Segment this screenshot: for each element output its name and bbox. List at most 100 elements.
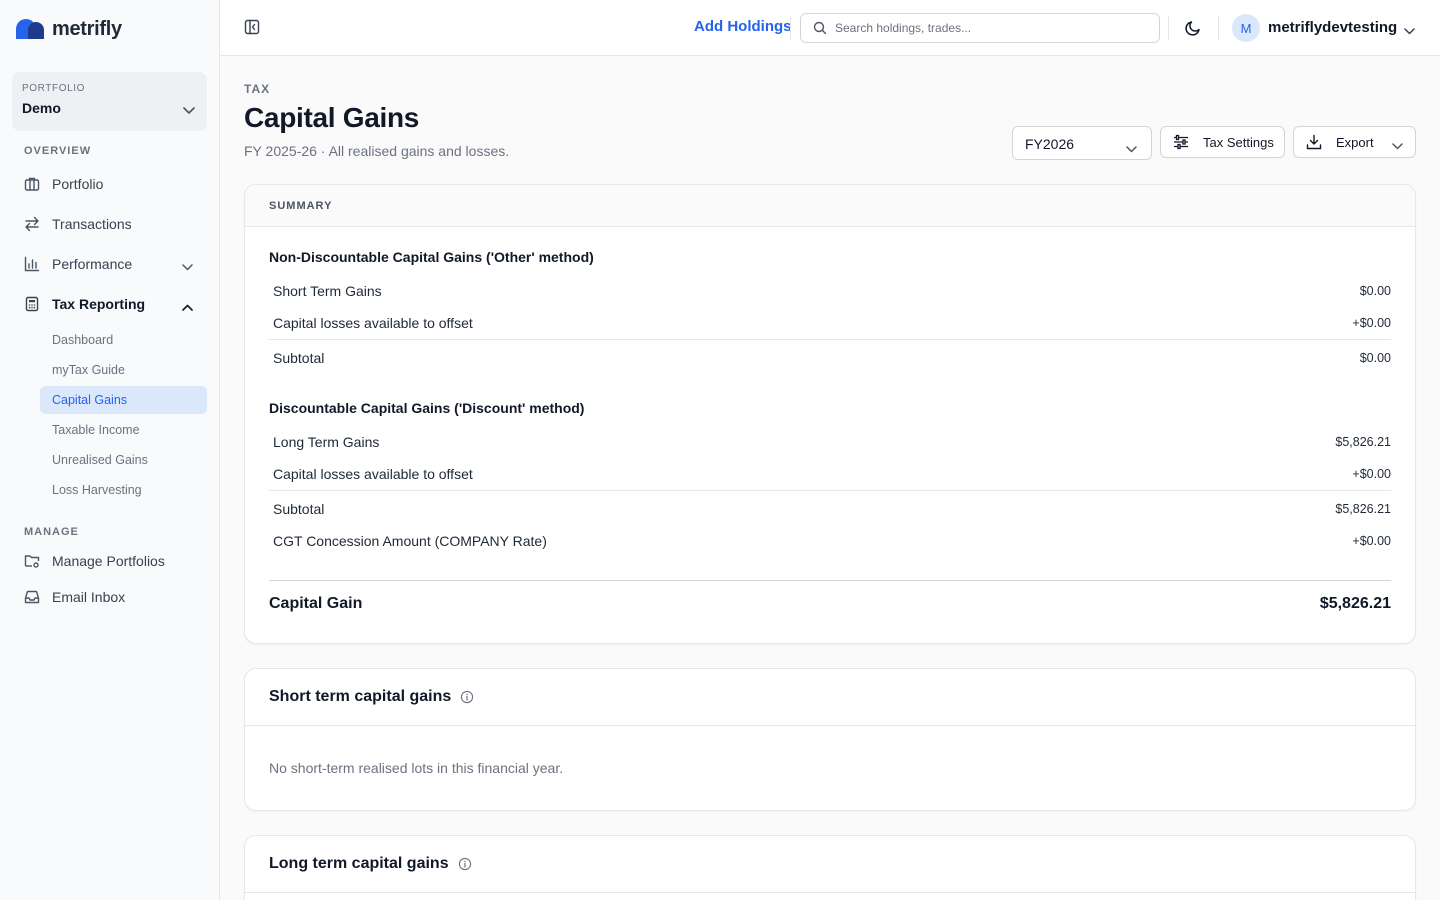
inbox-icon xyxy=(24,589,40,605)
row-value: $5,826.21 xyxy=(1335,502,1391,516)
row-label: CGT Concession Amount (COMPANY Rate) xyxy=(273,533,547,549)
page-title: Capital Gains xyxy=(244,102,420,133)
calculator-icon xyxy=(24,296,40,312)
sidebar: metrifly PORTFOLIO Demo OVERVIEW Portfol… xyxy=(0,0,220,900)
long-term-card: Long term capital gains xyxy=(244,835,1416,900)
row-value: +$0.00 xyxy=(1352,316,1391,330)
summary-row: Capital losses available to offset +$0.0… xyxy=(269,307,1391,339)
sidebar-item-label: Transactions xyxy=(52,216,132,232)
row-value: $0.00 xyxy=(1359,351,1391,365)
row-label: Capital losses available to offset xyxy=(273,315,473,331)
row-label: Capital losses available to offset xyxy=(273,466,473,482)
sidebar-item-manage-portfolios[interactable]: Manage Portfolios xyxy=(12,543,207,579)
chevron-up-icon xyxy=(182,298,193,314)
briefcase-icon xyxy=(24,176,40,192)
arrows-swap-icon xyxy=(24,216,40,232)
chevron-down-icon xyxy=(182,258,193,274)
bar-chart-icon xyxy=(24,256,40,272)
search-input[interactable] xyxy=(835,19,1145,37)
search-box[interactable] xyxy=(800,13,1160,43)
chevron-down-icon xyxy=(1392,138,1403,153)
export-label: Export xyxy=(1336,134,1374,150)
discount-title: Discountable Capital Gains ('Discount' m… xyxy=(269,400,585,416)
non-discount-title: Non-Discountable Capital Gains ('Other' … xyxy=(269,249,594,265)
sidebar-item-label: Email Inbox xyxy=(52,589,126,605)
portfolio-selector[interactable]: PORTFOLIO Demo xyxy=(12,72,207,131)
long-term-header: Long term capital gains xyxy=(245,836,1415,893)
sidebar-item-label: Manage Portfolios xyxy=(52,553,165,569)
short-term-empty-message: No short-term realised lots in this fina… xyxy=(269,760,564,776)
portfolio-name: Demo xyxy=(22,100,61,116)
sidebar-item-label: Tax Reporting xyxy=(52,296,146,312)
page-eyebrow: TAX xyxy=(244,82,271,96)
add-holdings-link[interactable]: Add Holdings xyxy=(694,18,792,35)
divider xyxy=(1218,16,1219,40)
short-term-header: Short term capital gains xyxy=(245,669,1415,726)
export-button[interactable]: Export xyxy=(1293,126,1416,158)
chevron-down-icon[interactable] xyxy=(1404,22,1415,40)
sidebar-item-tax-reporting[interactable]: Tax Reporting xyxy=(12,286,207,322)
sidebar-subitem-mytax-guide[interactable]: myTax Guide xyxy=(40,356,207,384)
divider xyxy=(790,16,791,40)
overview-section-label: OVERVIEW xyxy=(24,145,92,157)
sidebar-toggle-icon[interactable] xyxy=(244,19,262,37)
tax-settings-label: Tax Settings xyxy=(1203,134,1274,150)
row-value: +$0.00 xyxy=(1352,534,1391,548)
moon-icon[interactable] xyxy=(1184,19,1202,42)
summary-card: SUMMARY Non-Discountable Capital Gains (… xyxy=(244,184,1416,644)
long-term-title: Long term capital gains xyxy=(269,855,449,872)
sidebar-item-label: Performance xyxy=(52,256,133,272)
sidebar-subitem-dashboard[interactable]: Dashboard xyxy=(40,326,207,354)
sidebar-subitem-loss-harvesting[interactable]: Loss Harvesting xyxy=(40,476,207,504)
row-label: Short Term Gains xyxy=(273,283,382,299)
sidebar-item-email-inbox[interactable]: Email Inbox xyxy=(12,579,207,615)
summary-subtotal-row: Subtotal $0.00 xyxy=(269,339,1391,375)
summary-row: CGT Concession Amount (COMPANY Rate) +$0… xyxy=(269,525,1391,557)
portfolio-label: PORTFOLIO xyxy=(22,83,86,94)
manage-section-label: MANAGE xyxy=(24,526,79,538)
folder-settings-icon xyxy=(24,553,40,569)
sidebar-item-portfolio[interactable]: Portfolio xyxy=(12,166,207,202)
page-subtitle: FY 2025-26 · All realised gains and loss… xyxy=(244,143,510,159)
info-icon[interactable] xyxy=(458,857,472,871)
total-divider xyxy=(269,580,1391,581)
app-logo[interactable]: metrifly xyxy=(16,16,122,42)
divider xyxy=(1168,16,1169,40)
row-label: Subtotal xyxy=(273,350,325,366)
row-label: Subtotal xyxy=(273,501,325,517)
top-bar: Add Holdings M metriflydevtesting xyxy=(220,0,1440,56)
download-icon xyxy=(1306,134,1322,150)
capital-gain-total-label: Capital Gain xyxy=(269,595,363,612)
summary-header: SUMMARY xyxy=(245,185,1415,227)
sidebar-subitem-taxable-income[interactable]: Taxable Income xyxy=(40,416,207,444)
chevron-down-icon xyxy=(183,102,195,120)
username[interactable]: metriflydevtesting xyxy=(1268,19,1397,36)
summary-row: Capital losses available to offset +$0.0… xyxy=(269,458,1391,490)
row-value: $0.00 xyxy=(1359,284,1391,298)
app-name: metrifly xyxy=(52,17,122,40)
sidebar-item-transactions[interactable]: Transactions xyxy=(12,206,207,242)
fy-select[interactable]: FY2026 xyxy=(1012,126,1152,160)
sidebar-item-label: Portfolio xyxy=(52,176,104,192)
summary-subtotal-row: Subtotal $5,826.21 xyxy=(269,490,1391,526)
sidebar-subitem-unrealised-gains[interactable]: Unrealised Gains xyxy=(40,446,207,474)
summary-row: Long Term Gains $5,826.21 xyxy=(269,426,1391,458)
row-value: $5,826.21 xyxy=(1335,435,1391,449)
chevron-down-icon xyxy=(1126,140,1137,156)
avatar[interactable]: M xyxy=(1232,14,1260,42)
row-label: Long Term Gains xyxy=(273,434,380,450)
sidebar-item-performance[interactable]: Performance xyxy=(12,246,207,282)
search-icon xyxy=(813,21,827,40)
fy-select-value: FY2026 xyxy=(1025,136,1075,152)
capital-gain-total-value: $5,826.21 xyxy=(1319,595,1391,612)
summary-row: Short Term Gains $0.00 xyxy=(269,275,1391,307)
short-term-card: Short term capital gains No short-term r… xyxy=(244,668,1416,811)
sliders-icon xyxy=(1173,134,1189,150)
row-value: +$0.00 xyxy=(1352,467,1391,481)
short-term-title: Short term capital gains xyxy=(269,688,452,705)
main-content: TAX Capital Gains FY 2025-26 · All reali… xyxy=(220,56,1440,900)
sidebar-subitem-capital-gains[interactable]: Capital Gains xyxy=(40,386,207,414)
logo-mark-icon xyxy=(16,19,46,39)
info-icon[interactable] xyxy=(460,690,474,704)
tax-settings-button[interactable]: Tax Settings xyxy=(1160,126,1285,158)
